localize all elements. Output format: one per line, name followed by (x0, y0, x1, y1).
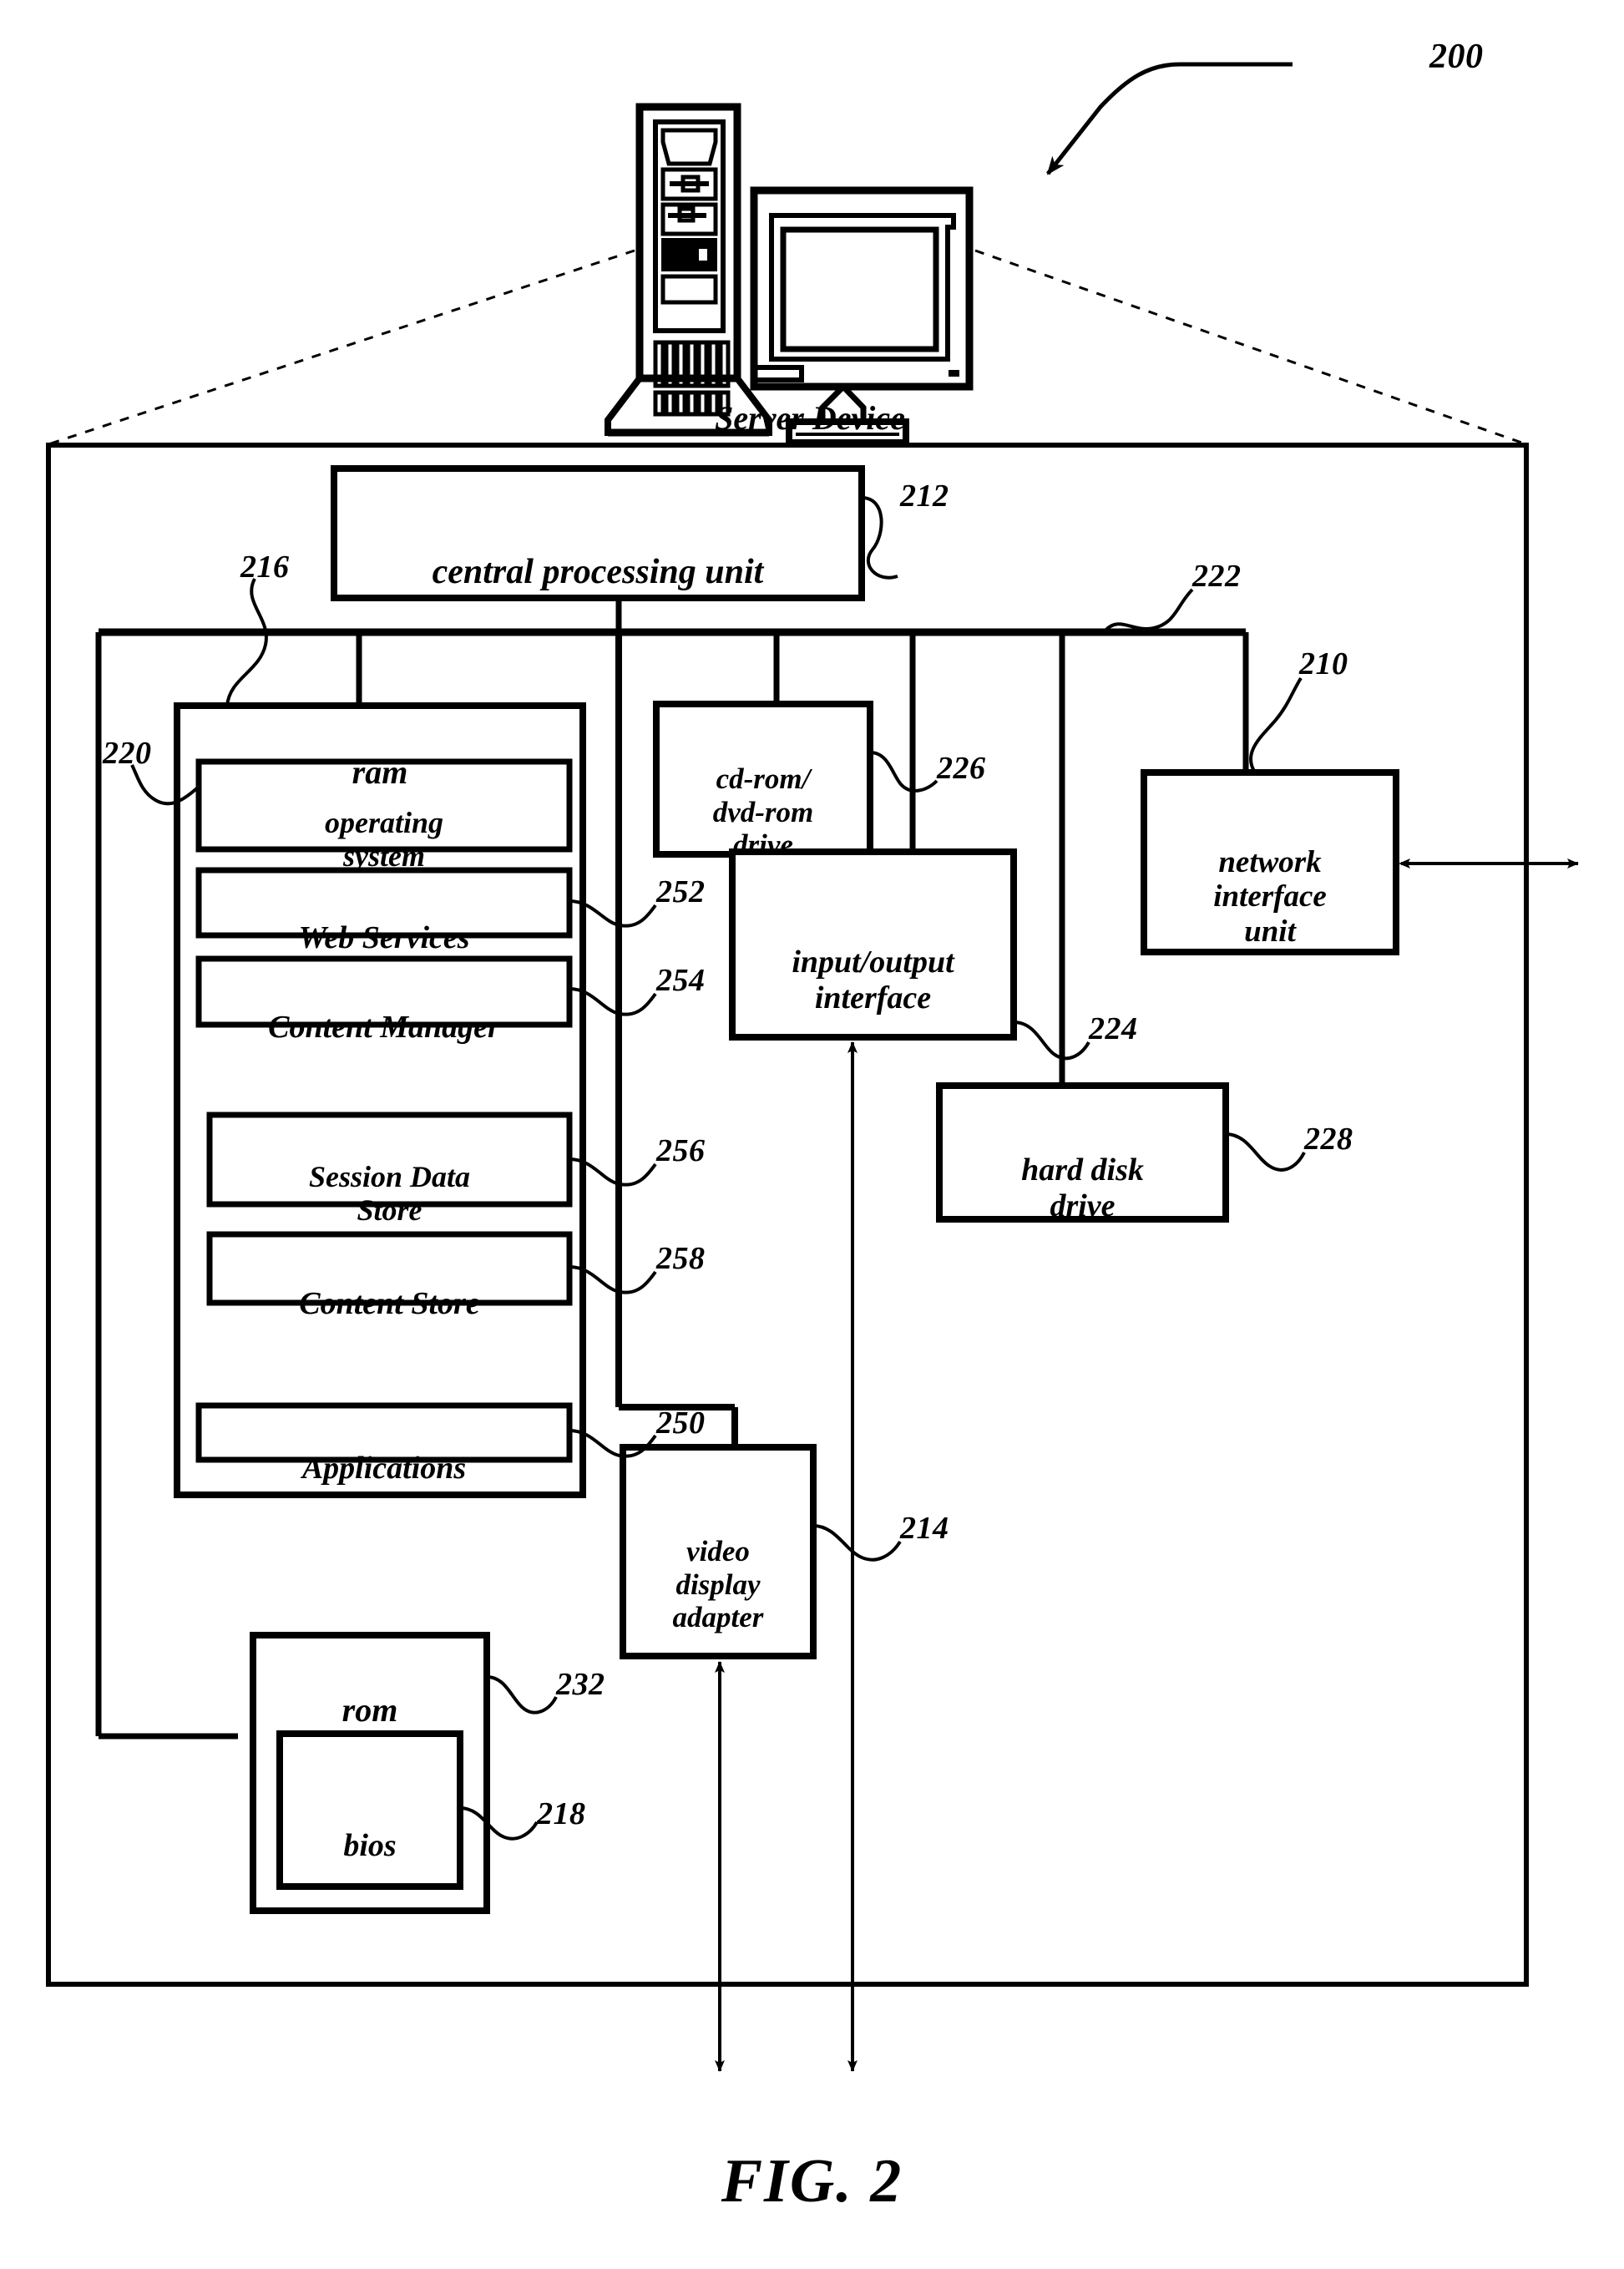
reference-numeral-216: 216 (240, 550, 290, 585)
patent-figure-page: Server Device central processing unit ra… (0, 0, 1624, 2269)
network-interface-unit-box-outline (1141, 769, 1399, 955)
reference-numeral-214: 214 (900, 1511, 949, 1546)
reference-numeral-220: 220 (103, 736, 152, 771)
figure-caption: FIG. 2 (721, 2147, 903, 2216)
io-interface-box-outline (729, 848, 1017, 1041)
reference-numeral-258: 258 (656, 1241, 706, 1276)
content-manager-box-outline (195, 955, 573, 1028)
reference-numeral-252: 252 (656, 874, 706, 909)
cdrom-drive-box-outline (653, 701, 873, 858)
cpu-box-outline (331, 465, 865, 601)
video-display-adapter-box-outline (620, 1444, 817, 1659)
web-services-box-outline (195, 867, 573, 939)
server-device-caption: Server Device (715, 399, 905, 437)
reference-numeral-224: 224 (1089, 1011, 1138, 1046)
reference-numeral-256: 256 (656, 1133, 706, 1168)
hard-disk-drive-box-outline (936, 1082, 1229, 1223)
session-data-store-box-outline (206, 1112, 573, 1208)
reference-numeral-200: 200 (1429, 38, 1484, 76)
reference-numeral-226: 226 (937, 751, 986, 786)
reference-numeral-254: 254 (656, 963, 706, 998)
content-store-box-outline (206, 1231, 573, 1306)
figure-200-leader (1046, 62, 1293, 175)
reference-numeral-212: 212 (900, 479, 949, 514)
reference-numeral-222: 222 (1192, 559, 1242, 594)
reference-numeral-250: 250 (656, 1405, 706, 1441)
bios-box-outline (276, 1730, 463, 1890)
external-io-arrows (715, 858, 1579, 2072)
operating-system-box-outline (195, 758, 573, 853)
server-device-illustration (605, 103, 974, 446)
applications-box-outline (195, 1402, 573, 1463)
reference-numeral-210: 210 (1299, 646, 1348, 681)
reference-numeral-218: 218 (537, 1796, 586, 1831)
diagram-vector-layer (46, 62, 1579, 2072)
reference-numeral-232: 232 (556, 1667, 605, 1702)
reference-numeral-228: 228 (1304, 1122, 1353, 1157)
